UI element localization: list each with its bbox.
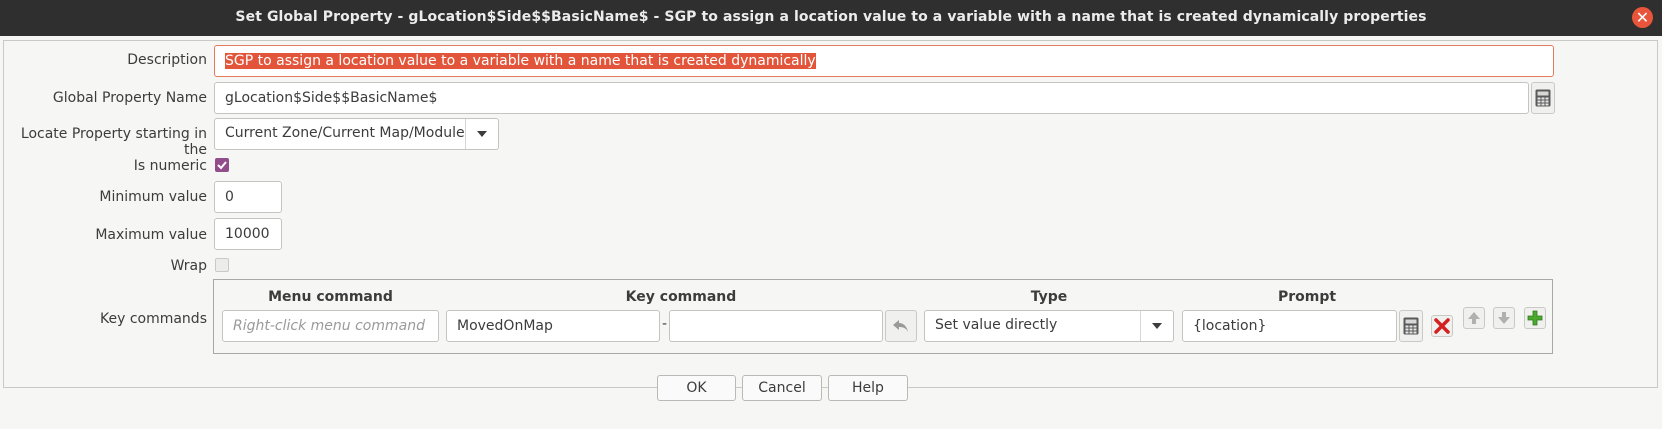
key-command-input[interactable]: MovedOnMap: [446, 310, 660, 342]
calculator-icon: [1535, 89, 1551, 107]
prompt-header: Prompt: [1277, 289, 1337, 305]
description-label: Description: [127, 52, 207, 68]
cancel-button[interactable]: Cancel: [742, 375, 822, 401]
is-numeric-label: Is numeric: [133, 158, 207, 174]
minimum-value-field[interactable]: 0: [214, 181, 282, 213]
arrow-up-icon: [1468, 312, 1480, 324]
prompt-calculator-button[interactable]: [1399, 310, 1423, 342]
locate-property-dropdown[interactable]: Current Zone/Current Map/Module: [214, 118, 499, 150]
maximum-value-label: Maximum value: [95, 227, 207, 243]
chevron-down-icon: [477, 131, 487, 137]
locate-property-label: Locate Property starting in the: [20, 126, 207, 158]
menu-command-header: Menu command: [268, 289, 393, 305]
move-up-button[interactable]: [1463, 307, 1485, 329]
type-header: Type: [1030, 289, 1068, 305]
menu-command-input[interactable]: Right-click menu command: [222, 310, 439, 342]
type-dropdown-arrow[interactable]: [1140, 311, 1173, 341]
close-button[interactable]: ✕: [1632, 7, 1653, 28]
global-property-name-field[interactable]: gLocation$Side$$BasicName$: [214, 82, 1529, 114]
key-command-separator: -: [662, 316, 668, 332]
locate-property-value: Current Zone/Current Map/Module: [225, 125, 465, 141]
close-icon: ✕: [1635, 8, 1650, 27]
minimum-value-label: Minimum value: [99, 189, 207, 205]
help-button[interactable]: Help: [828, 375, 908, 401]
undo-key-button[interactable]: [885, 310, 917, 342]
is-numeric-checkbox[interactable]: [215, 158, 229, 172]
arrow-down-icon: [1498, 312, 1510, 324]
description-text: SGP to assign a location value to a vari…: [225, 53, 816, 69]
key-command-header: Key command: [625, 289, 737, 305]
delete-key-button[interactable]: [1431, 315, 1453, 337]
plus-icon: [1527, 310, 1543, 326]
move-down-button[interactable]: [1493, 307, 1515, 329]
calculator-button[interactable]: [1531, 82, 1555, 114]
ok-button[interactable]: OK: [657, 375, 736, 401]
maximum-value-field[interactable]: 10000: [214, 218, 282, 250]
checkmark-icon: [217, 161, 227, 170]
delete-icon: [1434, 318, 1450, 334]
prompt-input[interactable]: {location}: [1182, 310, 1397, 342]
calculator-icon: [1403, 317, 1419, 335]
chevron-down-icon: [1152, 323, 1162, 329]
title-bar: Set Global Property - gLocation$Side$$Ba…: [0, 0, 1662, 36]
key-commands-label: Key commands: [99, 311, 207, 327]
menu-command-placeholder: Right-click menu command: [233, 318, 425, 334]
type-value: Set value directly: [935, 317, 1058, 333]
description-field[interactable]: SGP to assign a location value to a vari…: [214, 45, 1554, 77]
type-dropdown[interactable]: Set value directly: [924, 310, 1174, 342]
window-title: Set Global Property - gLocation$Side$$Ba…: [235, 9, 1427, 25]
global-property-name-label: Global Property Name: [52, 90, 207, 106]
dropdown-arrow[interactable]: [465, 119, 498, 149]
add-key-button[interactable]: [1524, 307, 1546, 329]
wrap-label: Wrap: [170, 258, 207, 274]
undo-icon: [893, 320, 908, 332]
wrap-checkbox[interactable]: [215, 258, 229, 272]
key-command-secondary-input[interactable]: [669, 310, 883, 342]
